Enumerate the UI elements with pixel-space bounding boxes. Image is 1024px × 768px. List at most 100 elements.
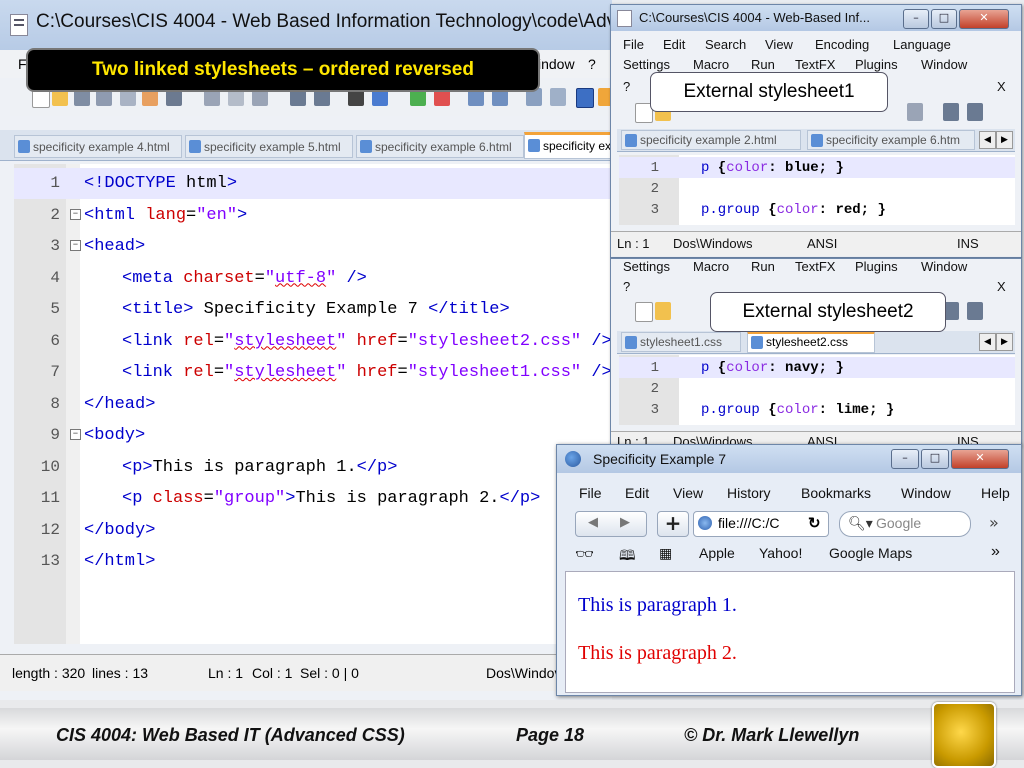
tab-specificity-7[interactable]: specificity ex <box>524 132 612 159</box>
code-text: <!DOCTYPE html> <box>84 174 238 193</box>
code-line[interactable]: 8 </head> <box>14 389 612 420</box>
menu-file[interactable]: File <box>579 485 602 501</box>
code-text: <p>This is paragraph 1.</p> <box>122 457 398 477</box>
menu-macro[interactable]: Macro <box>693 57 729 72</box>
redo-icon[interactable] <box>967 103 983 121</box>
open-file-icon[interactable] <box>655 302 671 320</box>
menu-help[interactable]: Help <box>981 485 1019 501</box>
css-line[interactable]: 3 p.group {color: lime; } <box>619 399 1015 420</box>
reader-glasses-icon[interactable]: 👓︎ <box>575 545 594 563</box>
book-icon[interactable]: 🕮 <box>619 545 636 569</box>
menu-run[interactable]: Run <box>751 259 775 274</box>
close-doc-icon[interactable]: X <box>997 279 1006 294</box>
code-text: <link rel="stylesheet" href="stylesheet2… <box>122 331 612 351</box>
search-placeholder: Google <box>876 515 922 531</box>
code-line[interactable]: 2− <html lang="en"> <box>14 200 612 231</box>
tab-scroll-right[interactable]: ▶ <box>996 131 1013 149</box>
bookmark-google-maps[interactable]: Google Maps <box>829 545 912 561</box>
fold-toggle-icon[interactable]: − <box>70 429 81 440</box>
search-box[interactable]: 🔍︎▾ Google <box>839 511 971 537</box>
minimize-button[interactable]: – <box>903 9 929 29</box>
search-icon: 🔍︎▾ <box>848 515 873 531</box>
tab-scroll-left[interactable]: ◀ <box>979 333 996 351</box>
menu-help[interactable]: ? <box>623 79 630 94</box>
css-line[interactable]: 2 <box>619 378 1015 399</box>
paragraph-1: This is paragraph 1. <box>578 594 737 616</box>
undo-icon[interactable] <box>943 103 959 121</box>
back-arrow-icon[interactable]: ◀ <box>588 515 598 530</box>
close-button[interactable]: ✕ <box>959 9 1009 29</box>
tab-specificity-5[interactable]: specificity example 5.html <box>185 135 353 158</box>
tab-stylesheet1[interactable]: stylesheet1.css <box>621 332 741 352</box>
menu-view[interactable]: View <box>765 37 793 52</box>
tab-specificity-6[interactable]: specificity example 6.html <box>356 135 524 158</box>
code-line[interactable]: 12 </body> <box>14 515 612 546</box>
bookmark-apple[interactable]: Apple <box>699 545 735 561</box>
win2-editor[interactable]: 1 p {color: navy; } 2 3 p.group {color: lime… <box>619 355 1015 425</box>
code-line[interactable]: 9− <body> <box>14 420 612 451</box>
code-line[interactable]: 10 <p>This is paragraph 1.</p> <box>14 452 612 483</box>
menu-textfx[interactable]: TextFX <box>795 57 835 72</box>
forward-arrow-icon[interactable]: ▶ <box>620 515 630 530</box>
menu-history[interactable]: History <box>727 485 771 501</box>
bookmark-yahoo[interactable]: Yahoo! <box>759 545 802 561</box>
menu-window[interactable]: indow <box>538 56 575 72</box>
fold-toggle-icon[interactable]: − <box>70 240 81 251</box>
menu-plugins[interactable]: Plugins <box>855 57 898 72</box>
overflow-chevron-icon[interactable]: » <box>991 543 1000 561</box>
tab-scroll-left[interactable]: ◀ <box>979 131 996 149</box>
css-line[interactable]: 1 p {color: navy; } <box>619 357 1015 378</box>
code-line[interactable]: 6 <link rel="stylesheet" href="stylesheet… <box>14 326 612 357</box>
code-line[interactable]: 1 <!DOCTYPE html> <box>14 168 612 199</box>
menu-settings[interactable]: Settings <box>623 57 670 72</box>
tab-specificity-4[interactable]: specificity example 4.html <box>14 135 182 158</box>
code-line[interactable]: 4 <meta charset="utf-8" /> <box>14 263 612 294</box>
redo-icon[interactable] <box>967 302 983 320</box>
menu-run[interactable]: Run <box>751 57 775 72</box>
menu-file[interactable]: File <box>623 37 644 52</box>
menu-help[interactable]: ? <box>588 56 596 72</box>
indent-guide-icon[interactable] <box>576 88 594 108</box>
menu-bookmarks[interactable]: Bookmarks <box>801 485 871 501</box>
tab-specificity-2[interactable]: specificity example 2.html <box>621 130 801 150</box>
fold-toggle-icon[interactable]: − <box>70 208 81 220</box>
show-all-icon[interactable] <box>550 88 566 106</box>
menu-plugins[interactable]: Plugins <box>855 259 898 274</box>
menu-help[interactable]: ? <box>623 279 630 294</box>
tab-stylesheet2[interactable]: stylesheet2.css <box>747 331 875 353</box>
menu-edit[interactable]: Edit <box>625 485 649 501</box>
reload-icon[interactable]: ↻ <box>808 514 821 532</box>
css-line[interactable]: 1 p {color: blue; } <box>619 157 1015 178</box>
menu-window[interactable]: Window <box>921 259 967 274</box>
tab-label: stylesheet1.css <box>640 335 723 349</box>
menu-search[interactable]: Search <box>705 37 746 52</box>
css-line[interactable]: 2 <box>619 178 1015 199</box>
maximize-button[interactable]: □ <box>931 9 957 29</box>
menu-window[interactable]: Window <box>921 57 967 72</box>
close-doc-icon[interactable]: X <box>997 79 1006 94</box>
win1-editor[interactable]: 1 p {color: blue; } 2 3 p.group {color: red;… <box>619 155 1015 225</box>
code-line[interactable]: 13 </html> <box>14 546 612 577</box>
tab-scroll-right[interactable]: ▶ <box>996 333 1013 351</box>
code-line[interactable]: 5 <title> Specificity Example 7 </title> <box>14 294 612 325</box>
menu-textfx[interactable]: TextFX <box>795 259 835 274</box>
code-line[interactable]: 3− <head> <box>14 231 612 262</box>
grid-icon[interactable]: ▦ <box>659 545 672 562</box>
code-text: <title> Specificity Example 7 </title> <box>122 300 510 319</box>
menu-view[interactable]: View <box>673 485 703 501</box>
menu-window[interactable]: Window <box>901 485 951 501</box>
url-bar[interactable]: file:///C:/C ↻ <box>693 511 829 537</box>
menu-edit[interactable]: Edit <box>663 37 685 52</box>
code-line[interactable]: 11 <p class="group">This is paragraph 2.<… <box>14 483 612 514</box>
new-tab-plus-icon[interactable]: + <box>657 511 689 537</box>
menu-encoding[interactable]: Encoding <box>815 37 869 52</box>
menu-settings[interactable]: Settings <box>623 259 670 274</box>
new-file-icon[interactable] <box>635 302 653 322</box>
overflow-chevron-icon[interactable]: » <box>989 513 999 532</box>
code-line[interactable]: 7 <link rel="stylesheet" href="stylesheet… <box>14 357 612 388</box>
tab-specificity-6[interactable]: specificity example 6.htm <box>807 130 975 150</box>
menu-macro[interactable]: Macro <box>693 259 729 274</box>
paste-icon[interactable] <box>907 103 923 121</box>
css-line[interactable]: 3 p.group {color: red; } <box>619 199 1015 220</box>
menu-language[interactable]: Language <box>893 37 951 52</box>
